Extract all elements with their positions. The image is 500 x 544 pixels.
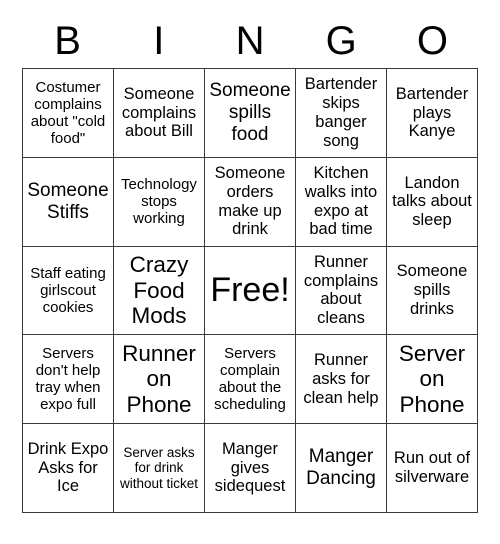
bingo-cell-label: Run out of silverware — [393, 449, 471, 487]
bingo-header-letter-g: G — [325, 19, 357, 63]
bingo-cell-i1[interactable]: Someone complains about Bill — [114, 69, 205, 158]
bingo-cell-b4[interactable]: Servers don't help tray when expo full — [23, 335, 114, 425]
bingo-header-letter-n: N — [235, 19, 265, 63]
bingo-cell-g5[interactable]: Manger Dancing — [296, 424, 387, 513]
bingo-cell-label: Staff eating girlscout cookies — [30, 264, 106, 317]
bingo-cell-g4[interactable]: Runner asks for clean help — [296, 335, 387, 425]
bingo-cell-n2[interactable]: Someone orders make up drink — [205, 157, 296, 247]
bingo-grid: Costumer complains about "cold food" Som… — [22, 68, 478, 513]
bingo-cell-label: Someone spills drinks — [396, 262, 468, 318]
bingo-cell-label: Crazy Food Mods — [129, 252, 189, 329]
bingo-cell-label: Someone orders make up drink — [214, 164, 286, 239]
bingo-cell-n4[interactable]: Servers complain about the scheduling — [205, 335, 296, 425]
bingo-cell-label: Technology stops working — [121, 176, 197, 228]
bingo-cell-n5[interactable]: Manger gives sidequest — [205, 424, 296, 513]
bingo-cell-i4[interactable]: Runner on Phone — [114, 335, 205, 425]
bingo-cell-label: Someone spills food — [209, 80, 291, 145]
bingo-cell-o5[interactable]: Run out of silverware — [387, 424, 478, 513]
bingo-header-letter-i: I — [153, 19, 165, 63]
bingo-cell-label: Manger Dancing — [306, 446, 376, 490]
bingo-cell-label: Manger gives sidequest — [214, 439, 286, 496]
bingo-cell-label: Servers complain about the scheduling — [214, 345, 286, 414]
bingo-cell-label: Drink Expo Asks for Ice — [27, 439, 109, 496]
bingo-cell-label: Costumer complains about "cold food" — [30, 78, 106, 147]
bingo-header: B I N G O — [22, 14, 478, 68]
bingo-card: B I N G O Costumer complains about "cold… — [0, 0, 500, 544]
bingo-cell-label: Bartender plays Kanye — [395, 84, 469, 141]
bingo-cell-label: Server on Phone — [398, 340, 466, 418]
bingo-cell-free-space[interactable]: Free! — [205, 246, 296, 336]
bingo-cell-label: Landon talks about sleep — [392, 173, 472, 230]
bingo-free-space-label: Free! — [210, 271, 290, 310]
bingo-header-letter-b: B — [54, 19, 81, 63]
bingo-cell-o3[interactable]: Someone spills drinks — [387, 246, 478, 336]
bingo-cell-label: Someone Stiffs — [27, 180, 109, 223]
bingo-cell-o2[interactable]: Landon talks about sleep — [387, 157, 478, 247]
bingo-cell-o1[interactable]: Bartender plays Kanye — [387, 69, 478, 158]
bingo-cell-g2[interactable]: Kitchen walks into expo at bad time — [296, 157, 387, 247]
bingo-cell-label: Runner asks for clean help — [303, 351, 379, 407]
bingo-cell-o4[interactable]: Server on Phone — [387, 335, 478, 425]
bingo-cell-label: Bartender skips banger song — [304, 75, 378, 150]
bingo-cell-label: Runner on Phone — [122, 340, 196, 418]
bingo-cell-b1[interactable]: Costumer complains about "cold food" — [23, 69, 114, 158]
bingo-cell-label: Server asks for drink without ticket — [119, 445, 199, 491]
bingo-cell-label: Someone complains about Bill — [121, 84, 197, 141]
bingo-cell-label: Runner complains about cleans — [303, 252, 379, 328]
bingo-cell-b2[interactable]: Someone Stiffs — [23, 157, 114, 247]
bingo-cell-n1[interactable]: Someone spills food — [205, 69, 296, 158]
bingo-header-letter-o: O — [416, 19, 448, 63]
bingo-cell-g3[interactable]: Runner complains about cleans — [296, 246, 387, 336]
bingo-cell-label: Servers don't help tray when expo full — [35, 345, 101, 414]
bingo-cell-b5[interactable]: Drink Expo Asks for Ice — [23, 424, 114, 513]
bingo-cell-label: Kitchen walks into expo at bad time — [304, 164, 378, 239]
bingo-cell-b3[interactable]: Staff eating girlscout cookies — [23, 246, 114, 336]
bingo-cell-i5[interactable]: Server asks for drink without ticket — [114, 424, 205, 513]
bingo-cell-i3[interactable]: Crazy Food Mods — [114, 246, 205, 336]
bingo-cell-i2[interactable]: Technology stops working — [114, 157, 205, 247]
bingo-cell-g1[interactable]: Bartender skips banger song — [296, 69, 387, 158]
